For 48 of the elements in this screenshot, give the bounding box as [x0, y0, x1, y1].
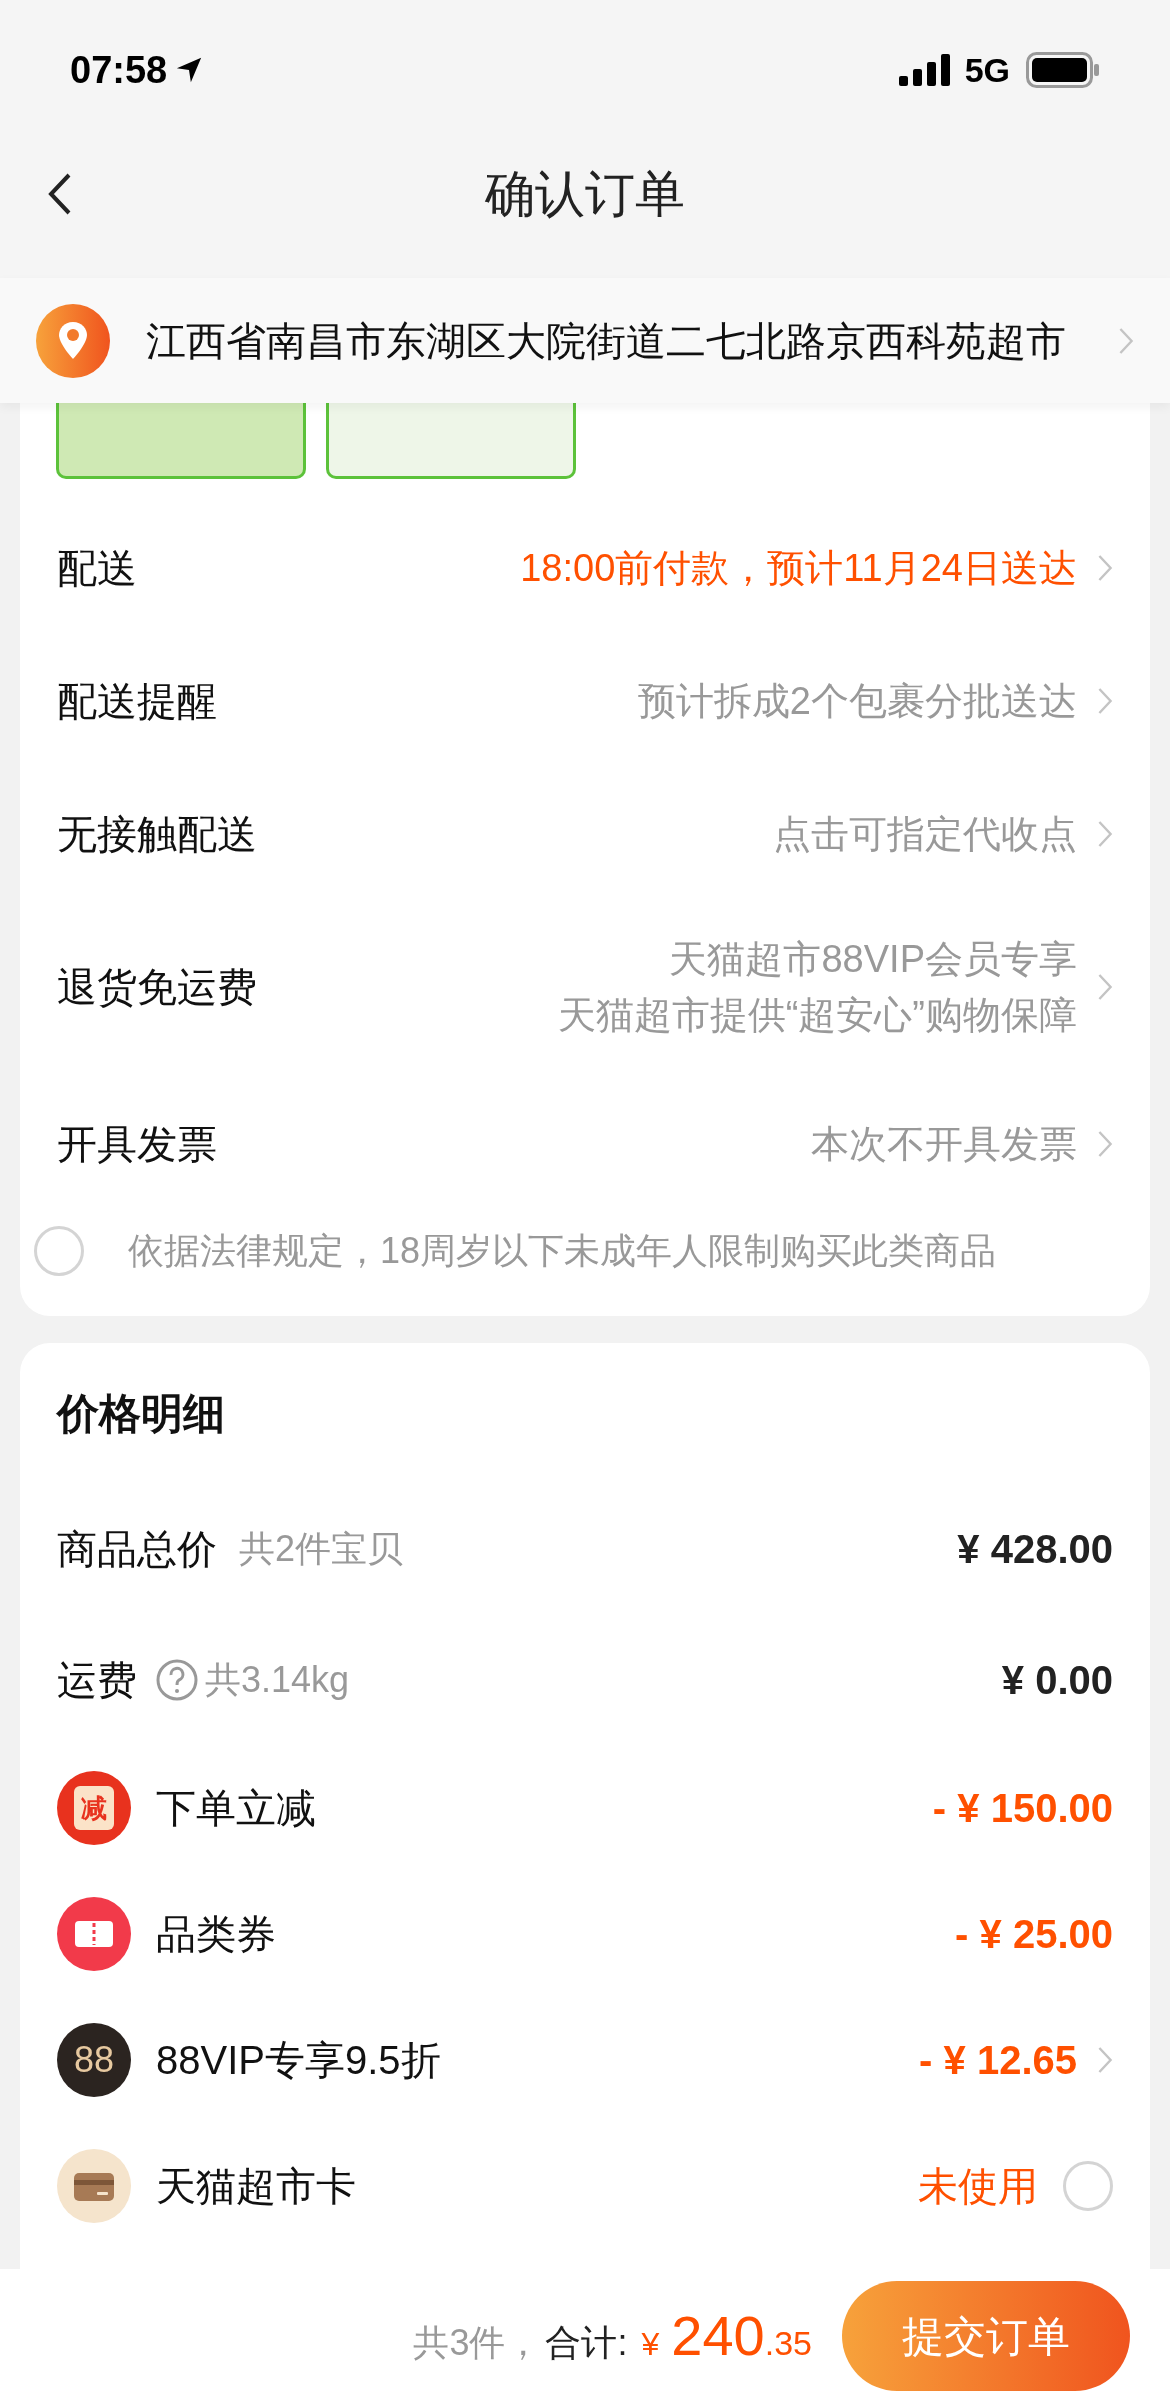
network-label: 5G — [964, 49, 1010, 91]
total-label: 合计: — [545, 2321, 628, 2365]
location-pin-icon — [36, 303, 110, 378]
chevron-right-icon — [1097, 972, 1113, 1002]
discount-label: 下单立减 — [156, 1785, 316, 1832]
chevron-right-icon — [1097, 1129, 1113, 1159]
address-bar[interactable]: 江西省南昌市东湖区大院街道二七北路京西科苑超市 — [0, 278, 1170, 403]
chevron-right-icon — [1118, 325, 1134, 356]
price-note: 共3.14kg — [205, 1657, 350, 1702]
discount-badge-icon: 减 — [57, 1771, 131, 1845]
discount-label: 品类券 — [156, 1911, 276, 1958]
price-label: 运费 — [57, 1656, 137, 1704]
section-title: 价格明细 — [57, 1388, 225, 1439]
card-status: 未使用 — [918, 2163, 1038, 2210]
price-label: 商品总价 — [57, 1525, 217, 1573]
discount-amount: - ¥ 150.00 — [932, 1785, 1113, 1832]
location-arrow-icon — [175, 56, 204, 84]
help-icon[interactable] — [155, 1657, 199, 1702]
battery-icon — [1026, 52, 1100, 88]
ticket-icon — [57, 1897, 131, 1971]
order-option-row[interactable]: 退货免运费 天猫超市88VIP会员专享 天猫超市提供“超安心”购物保障 — [57, 900, 1113, 1074]
radio-button[interactable] — [34, 1226, 84, 1276]
discount-amount: - ¥ 25.00 — [955, 1911, 1113, 1958]
card-icon — [57, 2149, 131, 2223]
chevron-right-icon — [1097, 2045, 1113, 2075]
age-notice-text: 依据法律规定，18周岁以下未成年人限制购买此类商品 — [128, 1229, 997, 1273]
radio-button[interactable] — [1063, 2161, 1113, 2211]
page-title: 确认订单 — [485, 164, 685, 224]
card-label: 天猫超市卡 — [156, 2163, 356, 2210]
chevron-right-icon — [1097, 818, 1113, 849]
vip-badge-icon: 88 — [57, 2023, 131, 2097]
item-count: 共3件， — [413, 2321, 542, 2365]
order-option-row[interactable]: 开具发票 本次不开具发票 — [57, 1074, 1113, 1214]
total-price: ¥ 240.35 — [641, 2303, 812, 2369]
discount-label: 88VIP专享9.5折 — [156, 2037, 441, 2084]
discount-amount: - ¥ 12.65 — [919, 2037, 1077, 2084]
price-amount: ¥ 0.00 — [1001, 1656, 1113, 1704]
chevron-right-icon — [1097, 685, 1113, 716]
order-option-row[interactable]: 配送 18:00前付款，预计11月24日送达 — [57, 501, 1113, 634]
signal-icon — [898, 54, 951, 86]
back-icon[interactable] — [48, 172, 72, 216]
order-option-row[interactable]: 配送提醒 预计拆成2个包裹分批送达 — [57, 634, 1113, 767]
chevron-right-icon — [1097, 552, 1113, 583]
order-option-row[interactable]: 无接触配送 点击可指定代收点 — [57, 767, 1113, 900]
address-text: 江西省南昌市东湖区大院街道二七北路京西科苑超市 — [146, 317, 1066, 365]
price-amount: ¥ 428.00 — [957, 1525, 1113, 1573]
status-time: 07:58 — [70, 47, 168, 93]
price-note: 共2件宝贝 — [239, 1526, 404, 1571]
